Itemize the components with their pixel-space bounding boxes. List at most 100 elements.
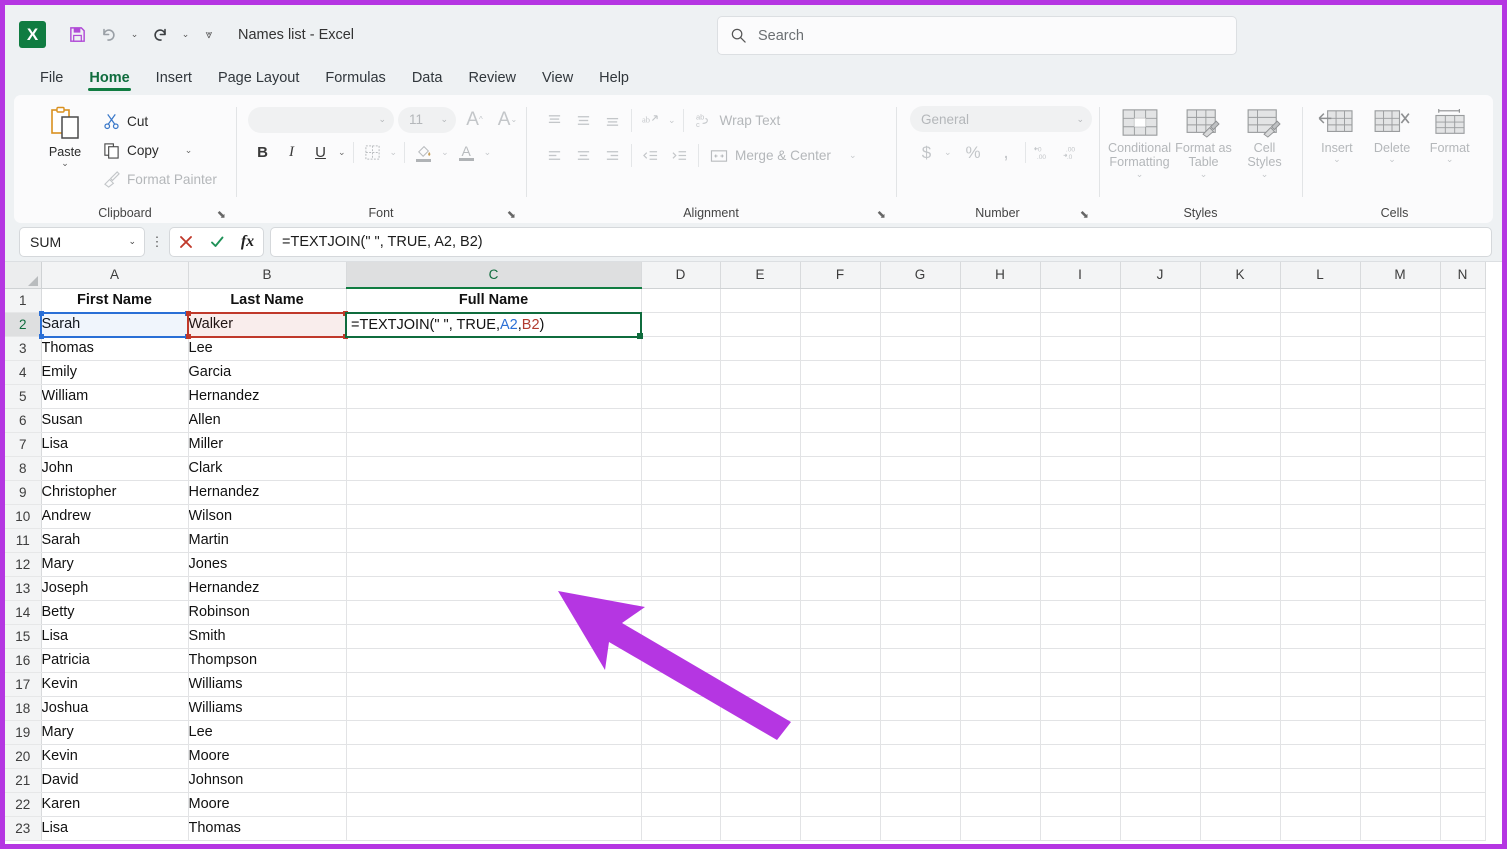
column-header-N[interactable]: N bbox=[1440, 262, 1485, 288]
cell-C17[interactable] bbox=[346, 672, 641, 696]
decrease-decimal-icon[interactable]: .00.0 bbox=[1059, 139, 1088, 166]
cell-C9[interactable] bbox=[346, 480, 641, 504]
cell-G4[interactable] bbox=[880, 360, 960, 384]
cell-I19[interactable] bbox=[1040, 720, 1120, 744]
cell-E19[interactable] bbox=[720, 720, 800, 744]
cell-B22[interactable]: Moore bbox=[188, 792, 346, 816]
cell-I5[interactable] bbox=[1040, 384, 1120, 408]
column-header-G[interactable]: G bbox=[880, 262, 960, 288]
cell-C18[interactable] bbox=[346, 696, 641, 720]
cell-L10[interactable] bbox=[1280, 504, 1360, 528]
row-header-20[interactable]: 20 bbox=[5, 744, 41, 768]
increase-decimal-icon[interactable]: 0.00 bbox=[1030, 139, 1059, 166]
cell-G21[interactable] bbox=[880, 768, 960, 792]
underline-icon[interactable]: U bbox=[306, 139, 335, 166]
cell-A23[interactable]: Lisa bbox=[41, 816, 188, 840]
cell-N14[interactable] bbox=[1440, 600, 1485, 624]
cell-J23[interactable] bbox=[1120, 816, 1200, 840]
cell-B2[interactable]: Walker bbox=[188, 312, 346, 336]
cell-E9[interactable] bbox=[720, 480, 800, 504]
cell-A17[interactable]: Kevin bbox=[41, 672, 188, 696]
cell-styles-dropdown-icon[interactable]: ⌄ bbox=[1261, 170, 1269, 179]
cell-M23[interactable] bbox=[1360, 816, 1440, 840]
cell-K14[interactable] bbox=[1200, 600, 1280, 624]
cell-N7[interactable] bbox=[1440, 432, 1485, 456]
cell-C7[interactable] bbox=[346, 432, 641, 456]
cell-J5[interactable] bbox=[1120, 384, 1200, 408]
cell-L4[interactable] bbox=[1280, 360, 1360, 384]
row-header-1[interactable]: 1 bbox=[5, 288, 41, 312]
cell-H13[interactable] bbox=[960, 576, 1040, 600]
cell-L7[interactable] bbox=[1280, 432, 1360, 456]
cell-M13[interactable] bbox=[1360, 576, 1440, 600]
cell-M11[interactable] bbox=[1360, 528, 1440, 552]
cell-H10[interactable] bbox=[960, 504, 1040, 528]
cell-F12[interactable] bbox=[800, 552, 880, 576]
cell-C16[interactable] bbox=[346, 648, 641, 672]
cell-A18[interactable]: Joshua bbox=[41, 696, 188, 720]
cell-L21[interactable] bbox=[1280, 768, 1360, 792]
cell-J13[interactable] bbox=[1120, 576, 1200, 600]
font-color-icon[interactable]: A bbox=[452, 139, 481, 166]
cell-B5[interactable]: Hernandez bbox=[188, 384, 346, 408]
cell-F13[interactable] bbox=[800, 576, 880, 600]
cell-H23[interactable] bbox=[960, 816, 1040, 840]
format-cells-button[interactable]: Format ⌄ bbox=[1420, 104, 1479, 164]
cell-M19[interactable] bbox=[1360, 720, 1440, 744]
row-header-15[interactable]: 15 bbox=[5, 624, 41, 648]
cell-G5[interactable] bbox=[880, 384, 960, 408]
align-right-icon[interactable] bbox=[598, 142, 627, 169]
customize-qat-icon[interactable]: ⩔ bbox=[196, 20, 222, 50]
cell-G10[interactable] bbox=[880, 504, 960, 528]
decrease-indent-icon[interactable] bbox=[636, 142, 665, 169]
tab-data[interactable]: Data bbox=[399, 70, 456, 91]
font-color-dropdown-icon[interactable]: ⌄ bbox=[481, 147, 495, 158]
cell-C12[interactable] bbox=[346, 552, 641, 576]
cell-F20[interactable] bbox=[800, 744, 880, 768]
row-header-8[interactable]: 8 bbox=[5, 456, 41, 480]
cell-E5[interactable] bbox=[720, 384, 800, 408]
cell-I18[interactable] bbox=[1040, 696, 1120, 720]
cell-G16[interactable] bbox=[880, 648, 960, 672]
cell-D17[interactable] bbox=[641, 672, 720, 696]
delete-cells-dropdown-icon[interactable]: ⌄ bbox=[1388, 155, 1396, 164]
cell-D20[interactable] bbox=[641, 744, 720, 768]
cell-D22[interactable] bbox=[641, 792, 720, 816]
cell-C15[interactable] bbox=[346, 624, 641, 648]
cell-F5[interactable] bbox=[800, 384, 880, 408]
cell-I12[interactable] bbox=[1040, 552, 1120, 576]
insert-cells-button[interactable]: Insert ⌄ bbox=[1310, 104, 1364, 164]
italic-icon[interactable]: I bbox=[277, 139, 306, 166]
column-header-D[interactable]: D bbox=[641, 262, 720, 288]
cell-M1[interactable] bbox=[1360, 288, 1440, 312]
cell-D5[interactable] bbox=[641, 384, 720, 408]
cell-I9[interactable] bbox=[1040, 480, 1120, 504]
cell-K12[interactable] bbox=[1200, 552, 1280, 576]
cell-B3[interactable]: Lee bbox=[188, 336, 346, 360]
cell-K22[interactable] bbox=[1200, 792, 1280, 816]
cell-A7[interactable]: Lisa bbox=[41, 432, 188, 456]
cell-C10[interactable] bbox=[346, 504, 641, 528]
cell-B6[interactable]: Allen bbox=[188, 408, 346, 432]
cell-G9[interactable] bbox=[880, 480, 960, 504]
cell-M20[interactable] bbox=[1360, 744, 1440, 768]
cell-D12[interactable] bbox=[641, 552, 720, 576]
cell-B11[interactable]: Martin bbox=[188, 528, 346, 552]
cell-G11[interactable] bbox=[880, 528, 960, 552]
cell-F11[interactable] bbox=[800, 528, 880, 552]
cell-G8[interactable] bbox=[880, 456, 960, 480]
row-header-3[interactable]: 3 bbox=[5, 336, 41, 360]
cell-M15[interactable] bbox=[1360, 624, 1440, 648]
percent-icon[interactable]: % bbox=[959, 139, 988, 166]
cell-J12[interactable] bbox=[1120, 552, 1200, 576]
cell-B19[interactable]: Lee bbox=[188, 720, 346, 744]
cell-C23[interactable] bbox=[346, 816, 641, 840]
cell-J14[interactable] bbox=[1120, 600, 1200, 624]
cell-I11[interactable] bbox=[1040, 528, 1120, 552]
cell-I17[interactable] bbox=[1040, 672, 1120, 696]
cell-H8[interactable] bbox=[960, 456, 1040, 480]
column-header-C[interactable]: C bbox=[346, 262, 641, 288]
cell-B10[interactable]: Wilson bbox=[188, 504, 346, 528]
cell-N23[interactable] bbox=[1440, 816, 1485, 840]
number-dialog-launcher[interactable]: ⬊ bbox=[1080, 208, 1089, 221]
